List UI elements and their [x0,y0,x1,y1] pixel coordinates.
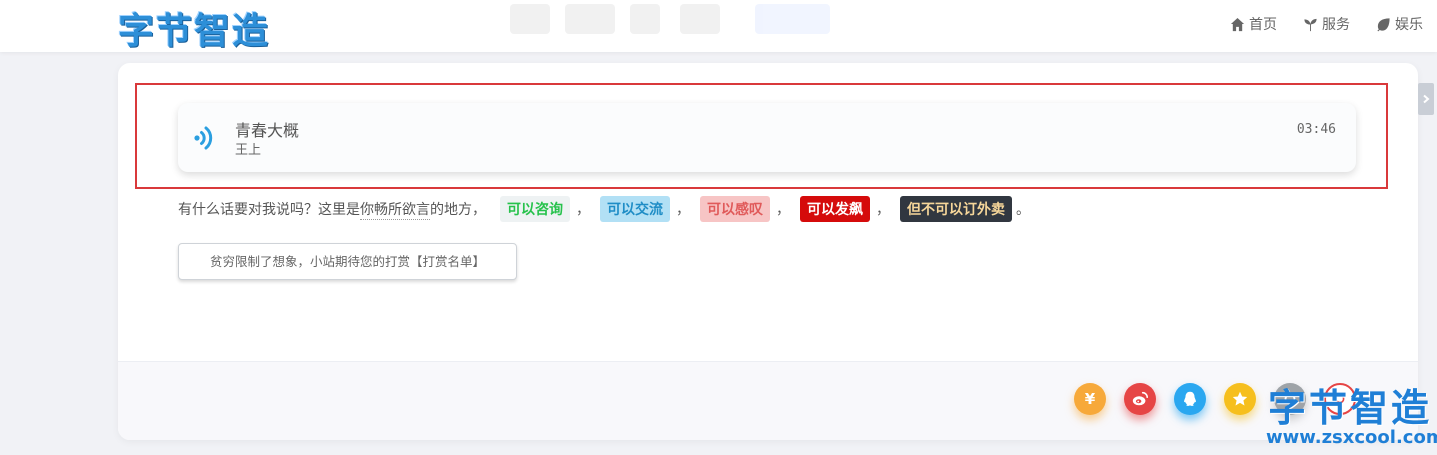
tag-separator: ， [676,202,690,218]
reward-button[interactable]: 贫穷限制了想象，小站期待您的打赏【打赏名单】 [178,243,517,280]
music-player[interactable]: 青春大概 王上 03:46 [178,103,1356,172]
guestbook-message: 有什么话要对我说吗？这里是 你畅所欲言 的地方， 可以咨询 ， 可以交流 ， 可… [178,196,1030,222]
song-title: 青春大概 [235,121,300,140]
qq-icon [1184,391,1196,406]
home-icon [1230,17,1245,31]
favorite-button[interactable] [1224,383,1256,415]
watermark-url: www.zsxcool.com [1266,427,1437,448]
message-prefix: 有什么话要对我说吗？这里是 [178,202,360,218]
tag-sigh: 可以感叹 [700,196,770,222]
nav-item-entertainment[interactable]: 娱乐 [1376,14,1423,34]
tag-no-takeout: 但不可以订外卖 [900,196,1012,222]
weibo-button[interactable] [1124,383,1156,415]
tag-separator: ， [576,202,590,218]
star-icon [1232,391,1248,406]
blurred-header-decoration [510,0,840,40]
leaf-icon [1377,17,1390,31]
nav-label-services: 服务 [1322,17,1350,33]
song-artist: 王上 [235,143,262,158]
top-navbar: 字节智造 首页 服务 娱乐 [0,0,1437,52]
main-nav: 首页 服务 娱乐 [1230,14,1423,34]
donate-button[interactable]: ¥ [1074,383,1106,415]
watermark-title: 字节智造 [1267,386,1432,430]
card-footer [118,361,1418,440]
site-watermark: 字节智造 www.zsxcool.com [1266,386,1437,448]
tag-rant: 可以发飙 [800,196,870,222]
tag-separator: ， [876,202,890,218]
sprout-icon [1304,18,1317,31]
tag-consult: 可以咨询 [500,196,570,222]
yen-icon: ¥ [1084,390,1096,408]
sound-wave-icon[interactable] [194,125,216,151]
qq-button[interactable] [1174,383,1206,415]
chevron-right-icon [1423,94,1430,104]
tag-communicate: 可以交流 [600,196,670,222]
nav-label-entertainment: 娱乐 [1395,17,1423,33]
message-end: 。 [1016,202,1030,218]
message-dotted-text: 你畅所欲言 [360,199,430,220]
nav-label-home: 首页 [1249,17,1277,33]
side-expand-tab[interactable] [1418,83,1434,115]
weibo-icon [1132,391,1149,406]
site-logo[interactable]: 字节智造 [118,2,270,54]
nav-item-home[interactable]: 首页 [1230,14,1277,34]
song-duration: 03:46 [1296,122,1336,137]
tag-separator: ， [776,202,790,218]
message-suffix: 的地方， [430,202,486,218]
nav-item-services[interactable]: 服务 [1303,14,1350,34]
